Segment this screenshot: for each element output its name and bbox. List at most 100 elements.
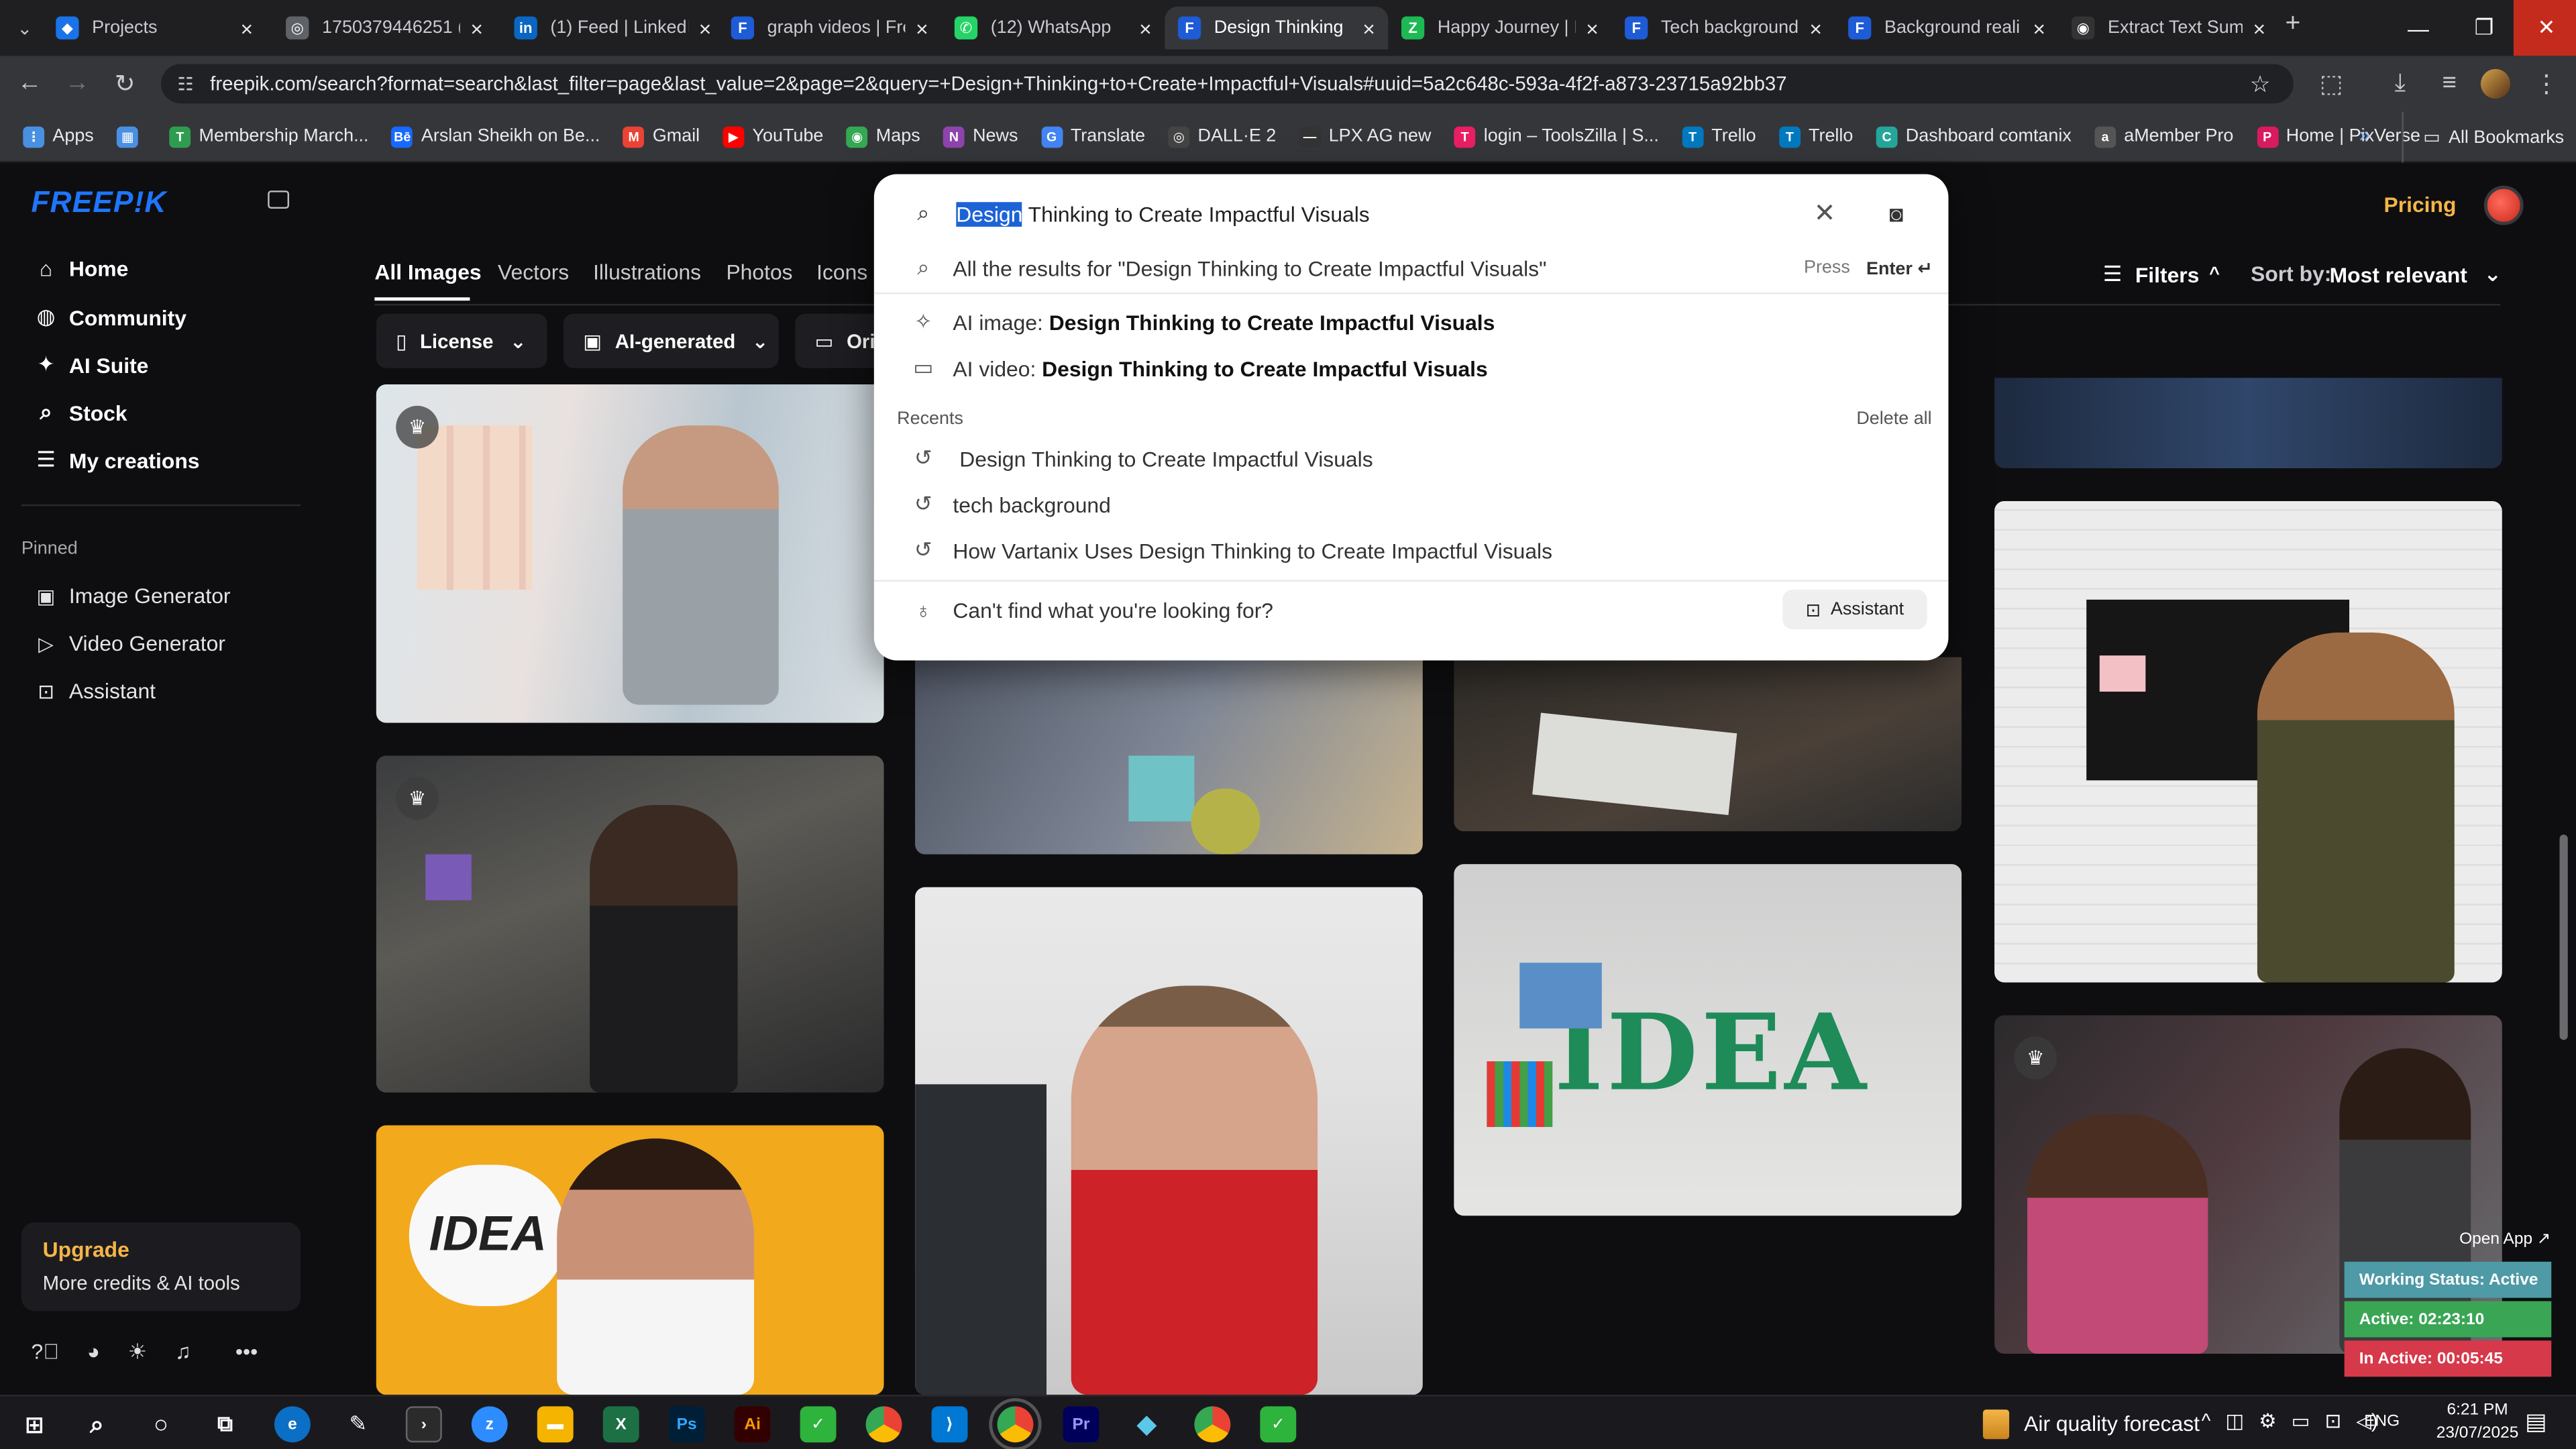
site-info-icon[interactable]: ☷ — [177, 73, 193, 94]
open-app-link[interactable]: Open App ↗ — [2459, 1230, 2551, 1248]
bookmark-item[interactable]: T Trello — [1682, 125, 1756, 148]
pinned-item-assistant[interactable]: ⊡ Assistant — [33, 678, 156, 703]
task-view-icon[interactable]: ⧉ — [207, 1406, 244, 1442]
profile-avatar[interactable] — [2480, 68, 2511, 99]
category-tab[interactable]: Icons — [816, 260, 867, 284]
bookmark-item[interactable]: C Dashboard comtanix — [1876, 125, 2072, 148]
help-icon[interactable]: ?⃝ — [32, 1339, 60, 1365]
close-tab-icon[interactable]: × — [1362, 15, 1375, 40]
restore-button[interactable]: ❐ — [2451, 0, 2517, 56]
bookmark-item[interactable]: ▶ YouTube — [722, 125, 823, 148]
zoom-icon[interactable]: z — [471, 1406, 508, 1443]
ai-generated-filter[interactable]: ▣ AI-generated ⌄ — [564, 313, 779, 368]
close-tab-icon[interactable]: × — [1809, 15, 1822, 40]
back-button[interactable]: ← — [15, 69, 44, 97]
browser-tab[interactable]: Fgraph videos | Fre × — [718, 7, 941, 50]
tray-chevron-icon[interactable]: ^ — [2202, 1409, 2211, 1432]
result-image[interactable]: ♛ — [376, 755, 884, 1093]
all-bookmarks-button[interactable]: ▭ All Bookmarks — [2402, 111, 2564, 163]
chrome-profile-icon[interactable] — [1194, 1406, 1231, 1443]
result-image[interactable]: ♛ — [376, 384, 884, 723]
weather-text[interactable]: Air quality forecast — [2024, 1411, 2200, 1436]
close-tab-icon[interactable]: × — [2033, 15, 2045, 40]
bookmark-item[interactable]: G Translate — [1040, 125, 1145, 148]
close-tab-icon[interactable]: × — [241, 15, 254, 40]
bookmark-item[interactable]: Tlogin – ToolsZilla | S... — [1454, 125, 1659, 148]
result-image[interactable]: IDEA — [376, 1125, 884, 1395]
tray-monitor-icon[interactable]: ▭ — [2292, 1409, 2310, 1432]
theme-toggle-icon[interactable]: ☀ — [128, 1339, 148, 1365]
bookmark-item[interactable]: a aMember Pro — [2094, 125, 2233, 148]
result-image[interactable] — [1994, 378, 2502, 468]
result-image[interactable] — [1454, 657, 1962, 832]
close-tab-icon[interactable]: × — [470, 15, 483, 40]
bookmark-item[interactable]: T Trello — [1778, 125, 1853, 148]
tab-search-button[interactable]: ⌄ — [7, 7, 43, 50]
cortana-icon[interactable]: ○ — [143, 1406, 179, 1442]
sort-select[interactable]: Most relevant ⌄ — [2330, 261, 2502, 287]
reload-button[interactable]: ↻ — [110, 69, 140, 99]
all-results-suggestion[interactable]: ⌕ All the results for "Design Thinking t… — [874, 243, 1949, 292]
freepik-logo[interactable]: FREEP!K — [32, 186, 167, 220]
bookmark-item[interactable]: M Gmail — [623, 125, 700, 148]
recent-search-item[interactable]: ↺ tech background — [874, 482, 1949, 528]
edge-icon[interactable]: e — [274, 1406, 311, 1443]
network-icon[interactable]: ⊡ — [2325, 1409, 2342, 1432]
pen-icon[interactable]: ✎ — [340, 1406, 376, 1442]
close-tab-icon[interactable]: × — [1586, 15, 1599, 40]
delete-all-button[interactable]: Delete all — [1856, 409, 1931, 429]
browser-tab[interactable]: Z Happy Journey | F × — [1388, 7, 1611, 50]
category-tab[interactable]: Vectors — [498, 260, 569, 284]
bookmark-star-icon[interactable]: ☆ — [2250, 70, 2271, 98]
ai-video-suggestion[interactable]: ▭ AI video: Design Thinking to Create Im… — [874, 345, 1949, 391]
browser-tab[interactable]: ◎ 1750379446251 (× — [273, 7, 496, 50]
result-image[interactable]: IDEA — [1454, 864, 1962, 1216]
browser-tab[interactable]: in (1) Feed | LinkedIn × — [501, 7, 724, 50]
tray-app-icon[interactable]: ◫ — [2225, 1409, 2244, 1432]
vscode-icon[interactable]: ⟩ — [931, 1406, 968, 1443]
notifications-center-icon[interactable]: ▤ — [2525, 1408, 2546, 1436]
bookmark-item[interactable]: P Home | PixVerse — [2256, 125, 2420, 148]
sidebar-item-stock[interactable]: ⌕ Stock — [33, 399, 127, 425]
chrome-icon[interactable] — [865, 1406, 902, 1443]
more-options-icon[interactable]: ••• — [235, 1339, 258, 1365]
new-tab-button[interactable]: + — [2286, 10, 2301, 40]
bookmark-item[interactable]: Bē Arslan Sheikh on Be... — [391, 125, 600, 148]
app-green-icon[interactable]: ✓ — [800, 1406, 837, 1443]
browser-tab[interactable]: F Design Thinking × — [1165, 6, 1389, 50]
category-tab[interactable]: Photos — [726, 260, 792, 284]
filters-button[interactable]: ☰ Filters ^ — [2103, 261, 2220, 287]
close-tab-icon[interactable]: × — [2253, 15, 2266, 40]
taskbar-search-icon[interactable]: ⌕ — [79, 1406, 115, 1442]
bookmark-item[interactable]: T Membership March... — [169, 125, 369, 148]
license-filter[interactable]: ▯ License ⌄ — [376, 313, 547, 368]
media-icon[interactable]: ≡ — [2434, 69, 2464, 97]
page-scrollbar[interactable] — [2559, 835, 2568, 1040]
category-tab[interactable]: Illustrations — [593, 260, 701, 284]
photoshop-icon[interactable]: Ps — [668, 1406, 705, 1443]
minimize-button[interactable]: — — [2385, 0, 2451, 56]
sidebar-item-home[interactable]: ⌂ Home — [33, 256, 128, 281]
camera-search-icon[interactable]: ◙ — [1889, 201, 1903, 227]
result-image[interactable] — [1994, 500, 2502, 983]
result-image[interactable] — [915, 657, 1423, 855]
assistant-button[interactable]: ⊡ Assistant — [1782, 590, 1927, 629]
sidebar-item-my-creations[interactable]: ☰ My creations — [33, 447, 200, 473]
browser-tab[interactable]: F Tech background × — [1611, 7, 1835, 50]
browser-tab[interactable]: ◉ Extract Text Summ × — [2059, 7, 2279, 50]
close-tab-icon[interactable]: × — [916, 15, 928, 40]
url-bar[interactable]: ☷ freepik.com/search?format=search&last_… — [161, 64, 2294, 104]
user-avatar[interactable] — [2483, 185, 2524, 225]
discord-icon[interactable]: ◕ — [87, 1339, 100, 1365]
bookmark-item[interactable]: ◉ Maps — [846, 125, 920, 148]
app-diamond-icon[interactable]: ◆ — [1128, 1406, 1165, 1442]
bookmark-item[interactable]: ⋮ Apps — [23, 125, 94, 148]
language-indicator[interactable]: ENG — [2364, 1413, 2400, 1431]
chrome-active-icon[interactable] — [989, 1398, 1042, 1449]
bookmark-item[interactable]: — LPX AG new — [1299, 125, 1431, 148]
notifications-icon[interactable]: ♫ — [175, 1339, 191, 1365]
pinned-item-video-generator[interactable]: ▷ Video Generator — [33, 631, 225, 655]
extensions-icon[interactable]: ⬚ — [2316, 69, 2346, 99]
illustrator-icon[interactable]: Ai — [734, 1406, 771, 1443]
collapse-sidebar-icon[interactable] — [268, 191, 290, 209]
